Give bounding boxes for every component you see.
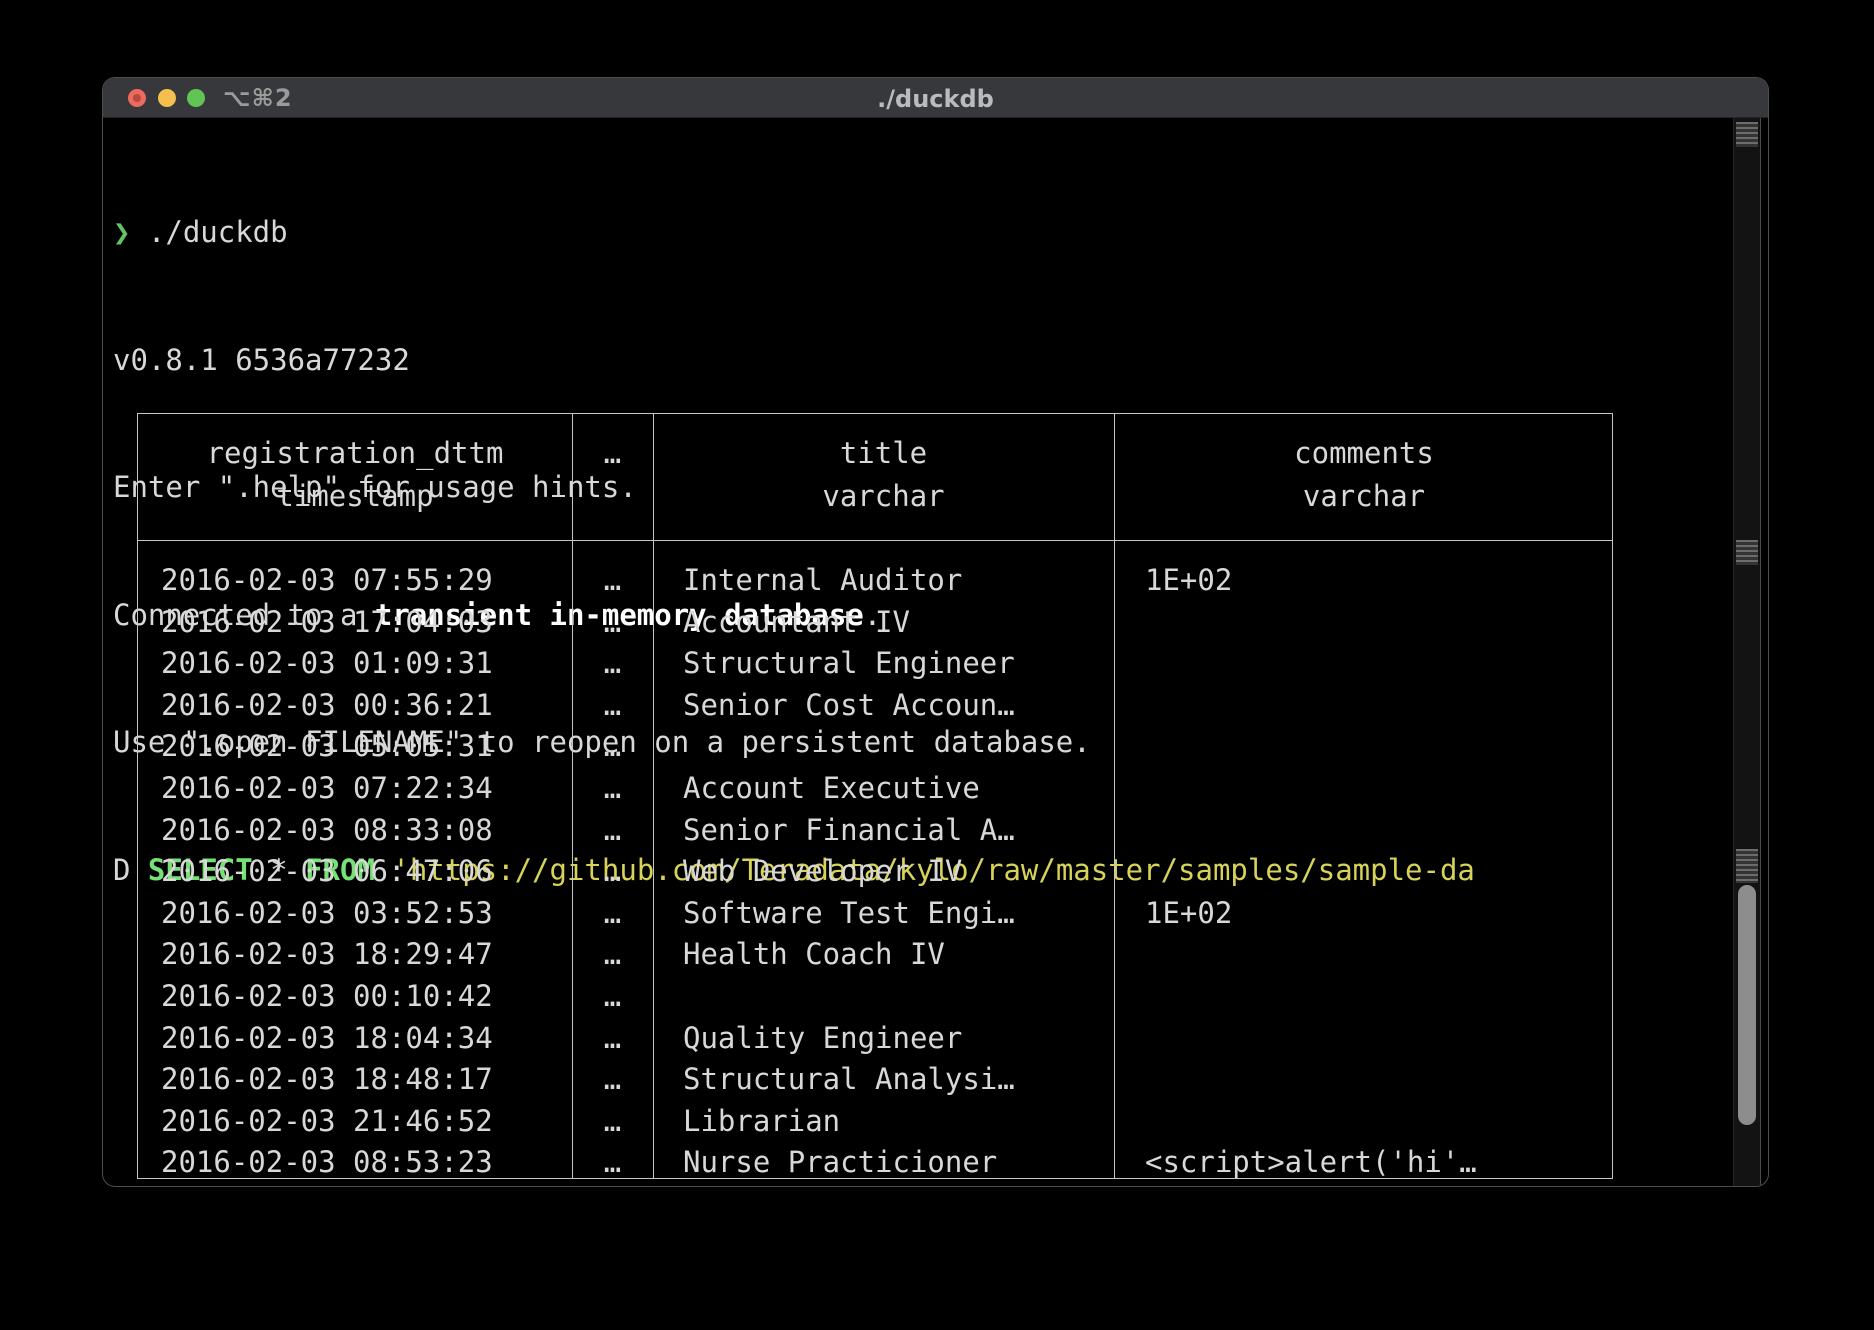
title-bar[interactable]: ⌥⌘2 ./duckdb: [103, 78, 1768, 118]
cell-registration-dttm: 2016-02-03 18:48:17: [161, 1059, 493, 1101]
cell-title: Accountant IV: [683, 602, 910, 644]
col-header-ellipsis: …: [572, 432, 653, 475]
cell-registration-dttm: 2016-02-03 07:22:34: [161, 768, 493, 810]
col-type-comments-varchar: varchar: [1114, 475, 1614, 518]
table-row: 2016-02-03 06:47:06 … Web Developer IV: [138, 851, 1612, 893]
cell-registration-dttm: 2016-02-03 21:46:52: [161, 1101, 493, 1143]
cell-title: Software Test Engi…: [683, 893, 1015, 935]
cell-registration-dttm: 2016-02-03 05:05:31: [161, 726, 493, 768]
cell-ellipsis: …: [572, 768, 653, 810]
version-line: v0.8.1 6536a77232: [113, 339, 1653, 382]
cell-ellipsis: …: [572, 934, 653, 976]
cell-registration-dttm: 2016-02-03 17:04:03: [161, 602, 493, 644]
result-table: registration_dttm … title comments times…: [137, 413, 1613, 1179]
cell-registration-dttm: 2016-02-03 00:10:42: [161, 976, 493, 1018]
cell-comments: 1E+02: [1145, 560, 1232, 602]
cell-title: Nurse Practicioner: [683, 1142, 997, 1184]
table-row: 2016-02-03 18:29:47 … Health Coach IV: [138, 934, 1612, 976]
col-header-title: title: [653, 432, 1114, 475]
cell-registration-dttm: 2016-02-03 18:29:47: [161, 934, 493, 976]
terminal-window: ⌥⌘2 ./duckdb ❯ ./duckdb v0.8.1 6536a7723…: [103, 78, 1768, 1186]
scrollbar-thumb[interactable]: [1738, 885, 1756, 1125]
cell-ellipsis: …: [572, 851, 653, 893]
table-row: 2016-02-03 17:04:03 … Accountant IV: [138, 602, 1612, 644]
cell-title: Account Executive: [683, 768, 980, 810]
cell-title: Health Coach IV: [683, 934, 945, 976]
cell-title: Senior Cost Accoun…: [683, 685, 1015, 727]
cell-comments: 1E+02: [1145, 893, 1232, 935]
cell-title: Librarian: [683, 1101, 840, 1143]
prompt-chevron-icon: ❯: [113, 215, 130, 249]
cell-registration-dttm: 2016-02-03 00:36:21: [161, 685, 493, 727]
cell-ellipsis: …: [572, 685, 653, 727]
cell-ellipsis: …: [572, 810, 653, 852]
col-header-registration-dttm: registration_dttm: [138, 432, 572, 475]
cell-registration-dttm: 2016-02-03 08:33:08: [161, 810, 493, 852]
cell-ellipsis: …: [572, 1018, 653, 1060]
table-row: 2016-02-03 00:36:21 … Senior Cost Accoun…: [138, 685, 1612, 727]
col-type-timestamp: timestamp: [138, 475, 572, 518]
cell-title: Internal Auditor: [683, 560, 962, 602]
table-row: 2016-02-03 18:48:17 … Structural Analysi…: [138, 1059, 1612, 1101]
scrollbar-track[interactable]: [1733, 118, 1761, 1186]
cell-title: Structural Analysi…: [683, 1059, 1015, 1101]
cell-registration-dttm: 2016-02-03 08:53:23: [161, 1142, 493, 1184]
table-row: 2016-02-03 18:04:34 … Quality Engineer: [138, 1018, 1612, 1060]
cell-ellipsis: …: [572, 1059, 653, 1101]
cell-ellipsis: …: [572, 643, 653, 685]
table-row: 2016-02-03 08:33:08 … Senior Financial A…: [138, 810, 1612, 852]
cell-title: Quality Engineer: [683, 1018, 962, 1060]
window-title: ./duckdb: [103, 85, 1768, 113]
table-body: 2016-02-03 07:55:29 … Internal Auditor 1…: [138, 560, 1612, 1184]
table-row: 2016-02-03 21:46:52 … Librarian: [138, 1101, 1612, 1143]
cell-registration-dttm: 2016-02-03 07:55:29: [161, 560, 493, 602]
cell-ellipsis: …: [572, 893, 653, 935]
cell-registration-dttm: 2016-02-03 01:09:31: [161, 643, 493, 685]
cell-ellipsis: …: [572, 976, 653, 1018]
col-header-comments: comments: [1114, 432, 1614, 475]
col-type-title-varchar: varchar: [653, 475, 1114, 518]
table-row: 2016-02-03 07:55:29 … Internal Auditor 1…: [138, 560, 1612, 602]
table-row: 2016-02-03 00:10:42 …: [138, 976, 1612, 1018]
scrollbar-mark-middle: [1736, 540, 1758, 565]
cell-title: Structural Engineer: [683, 643, 1015, 685]
table-row: 2016-02-03 07:22:34 … Account Executive: [138, 768, 1612, 810]
table-row: 2016-02-03 05:05:31 …: [138, 726, 1612, 768]
prompt-command: ./duckdb: [130, 215, 287, 249]
prompt-line: ❯ ./duckdb: [113, 211, 1653, 254]
table-row: 2016-02-03 08:53:23 … Nurse Practicioner…: [138, 1142, 1612, 1184]
table-row: 2016-02-03 01:09:31 … Structural Enginee…: [138, 643, 1612, 685]
cell-ellipsis: …: [572, 726, 653, 768]
scrollbar-mark-top: [1736, 122, 1758, 147]
cell-comments: <script>alert('hi'…: [1145, 1142, 1477, 1184]
cell-title: Senior Financial A…: [683, 810, 1015, 852]
table-row: 2016-02-03 03:52:53 … Software Test Engi…: [138, 893, 1612, 935]
cell-ellipsis: …: [572, 1101, 653, 1143]
cell-registration-dttm: 2016-02-03 18:04:34: [161, 1018, 493, 1060]
header-divider: [138, 540, 1612, 541]
scrollbar-mark-lower: [1736, 849, 1758, 883]
cell-title: Web Developer IV: [683, 851, 962, 893]
cell-ellipsis: …: [572, 1142, 653, 1184]
cell-registration-dttm: 2016-02-03 03:52:53: [161, 893, 493, 935]
cell-registration-dttm: 2016-02-03 06:47:06: [161, 851, 493, 893]
cell-ellipsis: …: [572, 602, 653, 644]
cell-ellipsis: …: [572, 560, 653, 602]
